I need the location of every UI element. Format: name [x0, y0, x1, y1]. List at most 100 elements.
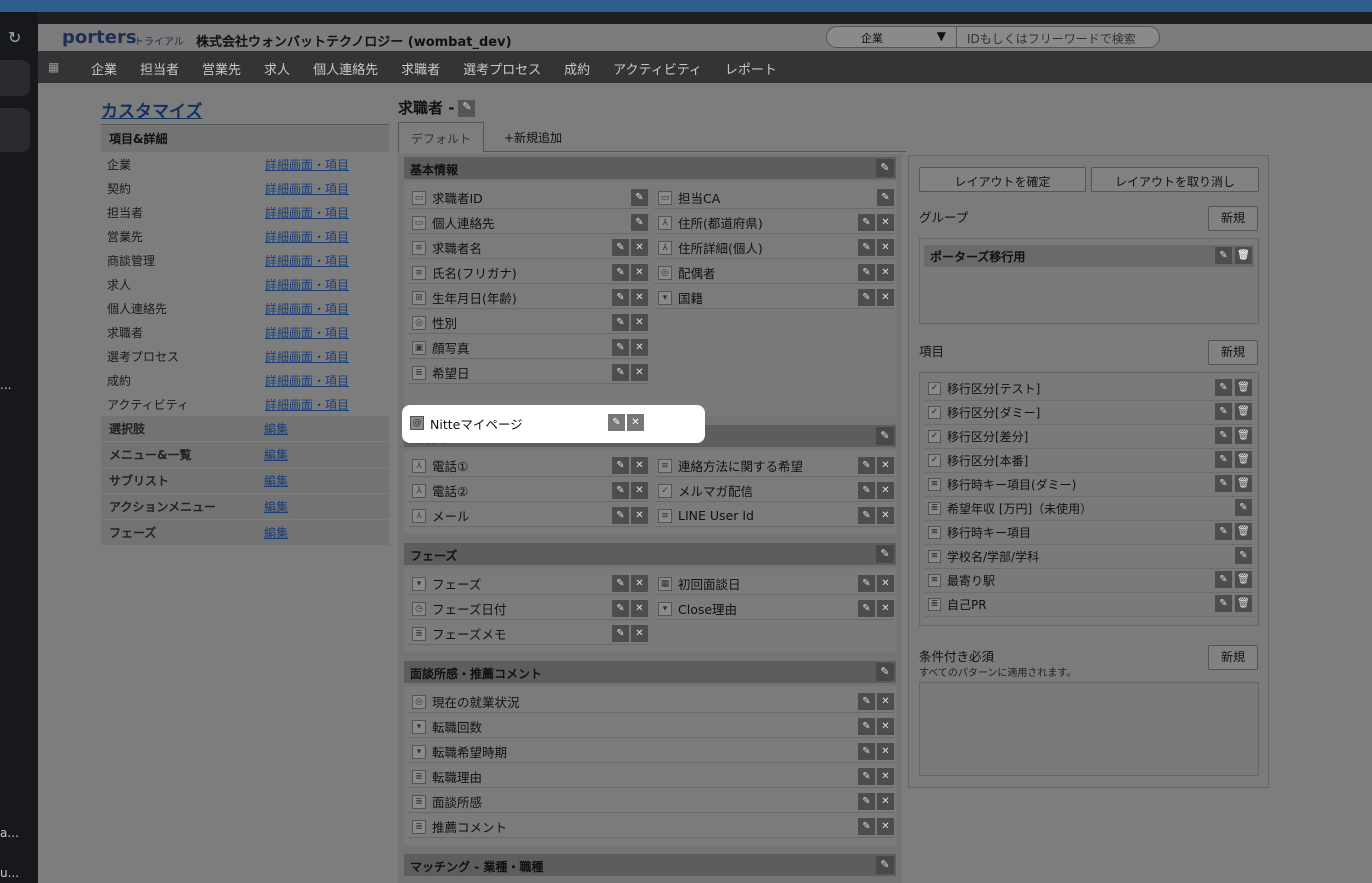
pencil-icon[interactable]: ✎ [858, 575, 875, 592]
edit-link[interactable]: 編集 [264, 420, 288, 437]
detail-link[interactable]: 詳細画面・項目 [265, 372, 349, 389]
pencil-icon[interactable]: ✎ [858, 264, 875, 281]
layout-item-row[interactable]: ✓ 移行区分[ダミー] ✎ 🗑 [924, 401, 1254, 425]
pencil-icon[interactable]: ✎ [858, 693, 875, 710]
pencil-icon[interactable]: ✎ [612, 457, 629, 474]
close-icon[interactable]: ✕ [877, 264, 894, 281]
close-icon[interactable]: ✕ [877, 482, 894, 499]
detail-link[interactable]: 詳細画面・項目 [265, 300, 349, 317]
pencil-icon[interactable]: ✎ [858, 600, 875, 617]
nav-item[interactable]: 個人連絡先 [313, 59, 378, 78]
close-icon[interactable]: ✕ [877, 718, 894, 735]
pencil-icon[interactable]: ✎ [1215, 475, 1232, 492]
layout-field[interactable]: ⅄ メール ✎ ✕ [408, 505, 648, 527]
trash-icon[interactable]: 🗑 [1235, 403, 1252, 420]
close-icon[interactable]: ✕ [877, 600, 894, 617]
pencil-icon[interactable]: ✎ [612, 600, 629, 617]
pencil-icon[interactable]: ✎ [876, 427, 894, 445]
pencil-icon[interactable]: ✎ [858, 457, 875, 474]
close-icon[interactable]: ✕ [631, 600, 648, 617]
nav-item[interactable]: アクティビティ [613, 59, 702, 78]
layout-field[interactable]: ⅄ 住所詳細(個人) ✎ ✕ [654, 237, 894, 259]
layout-field[interactable]: ≡ 氏名(フリガナ) ✎ ✕ [408, 262, 648, 284]
pencil-icon[interactable]: ✎ [612, 339, 629, 356]
detail-link[interactable]: 詳細画面・項目 [265, 228, 349, 245]
pencil-icon[interactable]: ✎ [1215, 247, 1232, 264]
edit-link[interactable]: 編集 [264, 524, 288, 541]
nav-item[interactable]: 選考プロセス [463, 59, 541, 78]
close-icon[interactable]: ✕ [877, 575, 894, 592]
pencil-icon[interactable]: ✎ [1235, 547, 1252, 564]
trash-icon[interactable]: 🗑 [1235, 451, 1252, 468]
nav-item[interactable]: 求職者 [401, 59, 440, 78]
pencil-icon[interactable]: ✎ [876, 545, 894, 563]
layout-item-row[interactable]: ✓ 移行区分[差分] ✎ 🗑 [924, 425, 1254, 449]
layout-field[interactable]: ◎ 性別 ✎ ✕ [408, 312, 648, 334]
pencil-icon[interactable]: ✎ [1215, 595, 1232, 612]
pencil-icon[interactable]: ✎ [1215, 451, 1232, 468]
pencil-icon[interactable]: ✎ [612, 575, 629, 592]
pencil-icon[interactable]: ✎ [858, 507, 875, 524]
layout-field[interactable]: ⊞ 生年月日(年齢) ✎ ✕ [408, 287, 648, 309]
layout-field[interactable]: ▭ 求職者ID ✎ [408, 187, 648, 209]
pencil-icon[interactable]: ✎ [877, 189, 894, 206]
pencil-icon[interactable]: ✎ [612, 314, 629, 331]
pencil-icon[interactable]: ✎ [858, 482, 875, 499]
group-row[interactable]: ポーターズ移行用 ✎ 🗑 [924, 245, 1254, 267]
nav-item[interactable]: 企業 [91, 59, 117, 78]
edit-link[interactable]: 編集 [264, 472, 288, 489]
pencil-icon[interactable]: ✎ [876, 663, 894, 681]
global-search[interactable]: 企業 ▼ IDもしくはフリーワードで検索 [826, 26, 1160, 48]
trash-icon[interactable]: 🗑 [1235, 427, 1252, 444]
pencil-icon[interactable]: ✎ [631, 214, 648, 231]
detail-link[interactable]: 詳細画面・項目 [265, 204, 349, 221]
search-category-select[interactable]: 企業 ▼ [827, 27, 957, 47]
nav-item[interactable]: 求人 [264, 59, 290, 78]
apps-grid-icon[interactable]: ▦ [48, 60, 61, 74]
close-icon[interactable]: ✕ [627, 414, 644, 431]
trash-icon[interactable]: 🗑 [1235, 379, 1252, 396]
close-icon[interactable]: ✕ [631, 625, 648, 642]
layout-field[interactable]: ▭ 担当CA ✎ [654, 187, 894, 209]
close-icon[interactable]: ✕ [877, 239, 894, 256]
pencil-icon[interactable]: ✎ [631, 189, 648, 206]
layout-field[interactable]: ⅄ 電話① ✎ ✕ [408, 455, 648, 477]
detail-link[interactable]: 詳細画面・項目 [265, 276, 349, 293]
detail-link[interactable]: 詳細画面・項目 [265, 396, 349, 413]
close-icon[interactable]: ✕ [631, 264, 648, 281]
close-icon[interactable]: ✕ [877, 818, 894, 835]
trash-icon[interactable]: 🗑 [1235, 595, 1252, 612]
close-icon[interactable]: ✕ [877, 693, 894, 710]
pencil-icon[interactable]: ✎ [612, 239, 629, 256]
layout-field[interactable]: ▾ 転職回数 ✎ ✕ [408, 716, 894, 738]
close-icon[interactable]: ✕ [877, 793, 894, 810]
search-input[interactable]: IDもしくはフリーワードで検索 [967, 30, 1136, 47]
layout-field[interactable]: ≡ 連絡方法に関する希望 ✎ ✕ [654, 455, 894, 477]
layout-field[interactable]: ⅄ 住所(都道府県) ✎ ✕ [654, 212, 894, 234]
pencil-icon[interactable]: ✎ [858, 768, 875, 785]
edit-link[interactable]: 編集 [264, 446, 288, 463]
layout-field[interactable]: ◎ 配偶者 ✎ ✕ [654, 262, 894, 284]
layout-field[interactable]: ≣ 推薦コメント ✎ ✕ [408, 816, 894, 838]
pencil-icon[interactable]: ✎ [858, 793, 875, 810]
trash-icon[interactable]: 🗑 [1235, 475, 1252, 492]
pencil-icon[interactable]: ✎ [876, 159, 894, 177]
layout-item-row[interactable]: ≡ 学校名/学部/学科 ✎ [924, 545, 1254, 569]
close-icon[interactable]: ✕ [877, 214, 894, 231]
close-icon[interactable]: ✕ [631, 339, 648, 356]
layout-field[interactable]: ▾ 国籍 ✎ ✕ [654, 287, 894, 309]
pencil-icon[interactable]: ✎ [858, 289, 875, 306]
pencil-icon[interactable]: ✎ [1215, 403, 1232, 420]
layout-item-row[interactable]: ✓ 移行区分[本番] ✎ 🗑 [924, 449, 1254, 473]
pencil-icon[interactable]: ✎ [858, 818, 875, 835]
pencil-icon[interactable]: ✎ [1215, 379, 1232, 396]
layout-field[interactable]: ≡ LINE User Id ✎ ✕ [654, 505, 894, 527]
layout-field[interactable]: ≣ 面談所感 ✎ ✕ [408, 791, 894, 813]
close-icon[interactable]: ✕ [877, 768, 894, 785]
pencil-icon[interactable]: ✎ [876, 856, 894, 874]
layout-item-row[interactable]: ≣ 希望年収 [万円]（未使用） ✎ [924, 497, 1254, 521]
detail-link[interactable]: 詳細画面・項目 [265, 348, 349, 365]
pencil-icon[interactable]: ✎ [1235, 499, 1252, 516]
field-nitte-mypage[interactable]: @ Nitteマイページ ✎ ✕ [406, 412, 644, 434]
layout-field[interactable]: ▣ 顔写真 ✎ ✕ [408, 337, 648, 359]
